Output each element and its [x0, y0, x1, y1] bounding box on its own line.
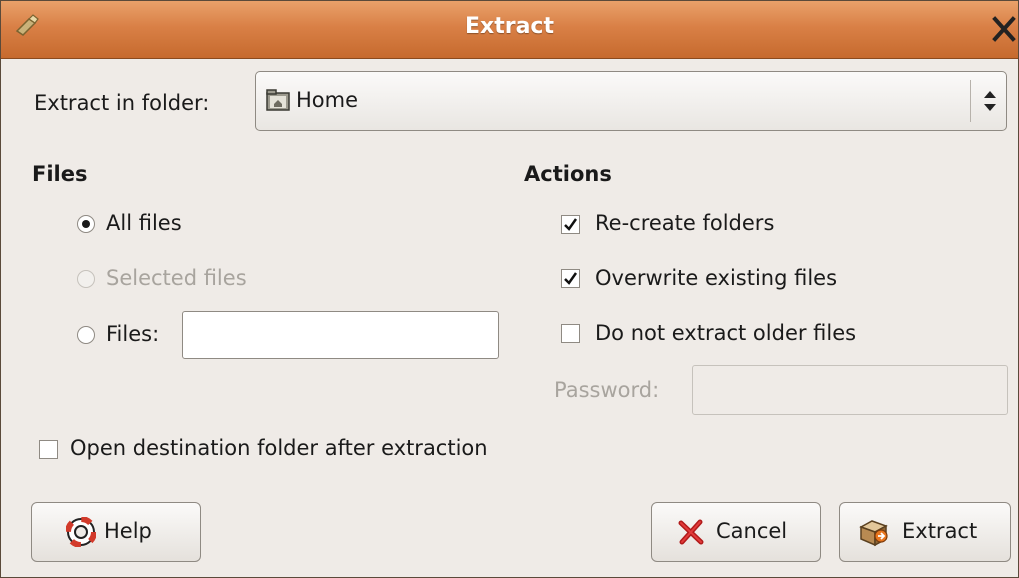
open-destination-checkbox[interactable]: [39, 440, 58, 459]
do-not-extract-older-label[interactable]: Do not extract older files: [595, 321, 856, 345]
actions-heading: Actions: [524, 162, 612, 186]
selected-files-label[interactable]: Selected files: [106, 266, 247, 290]
open-destination-label[interactable]: Open destination folder after extraction: [70, 436, 488, 460]
files-pattern-input[interactable]: [182, 311, 499, 359]
checkmark-icon: [564, 218, 578, 231]
help-button-label: Help: [104, 519, 152, 543]
recreate-folders-label[interactable]: Re-create folders: [595, 211, 774, 235]
checkmark-icon: [564, 272, 578, 285]
overwrite-existing-label[interactable]: Overwrite existing files: [595, 266, 837, 290]
files-heading: Files: [32, 162, 88, 186]
all-files-label[interactable]: All files: [106, 211, 182, 235]
all-files-radio[interactable]: [77, 215, 95, 233]
destination-folder-combo[interactable]: Home: [255, 71, 1007, 131]
cancel-button-label: Cancel: [716, 519, 788, 543]
extract-dialog: Extract Extract in folder: Home Files Al…: [0, 0, 1019, 578]
extract-button-label: Extract: [902, 519, 978, 543]
extract-button[interactable]: Extract: [839, 502, 1011, 562]
recreate-folders-checkbox[interactable]: [561, 215, 580, 234]
files-pattern-label[interactable]: Files:: [106, 322, 159, 346]
extract-in-folder-label: Extract in folder:: [34, 91, 210, 115]
combo-separator: [970, 80, 971, 122]
password-label: Password:: [554, 378, 660, 402]
files-pattern-radio[interactable]: [77, 326, 95, 344]
combo-arrows-icon: [984, 91, 996, 111]
cancel-icon: [678, 519, 704, 545]
destination-folder-value: Home: [296, 88, 359, 112]
help-button[interactable]: Help: [31, 502, 201, 562]
close-icon[interactable]: [989, 13, 1019, 45]
folder-home-icon: [266, 89, 290, 111]
window-title: Extract: [465, 14, 554, 39]
title-bar[interactable]: Extract: [1, 1, 1018, 59]
cancel-button[interactable]: Cancel: [651, 502, 821, 562]
selected-files-radio[interactable]: [77, 270, 95, 288]
help-icon: [66, 517, 96, 547]
overwrite-existing-checkbox[interactable]: [561, 269, 580, 288]
extract-icon: [859, 520, 888, 547]
do-not-extract-older-checkbox[interactable]: [561, 324, 580, 343]
password-input[interactable]: [692, 365, 1008, 415]
